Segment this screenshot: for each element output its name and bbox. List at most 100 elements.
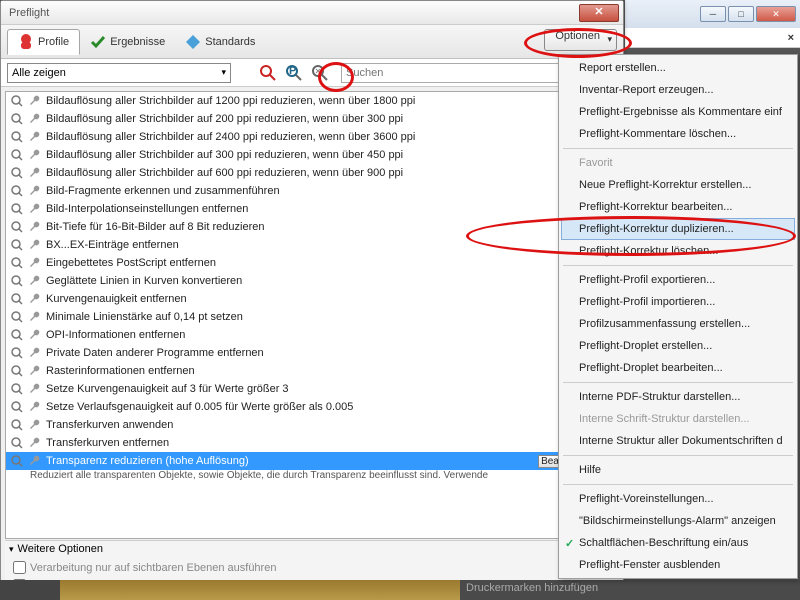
wrench-small-icon (28, 256, 42, 270)
menu-item-label: Preflight-Droplet bearbeiten... (579, 362, 723, 374)
list-item[interactable]: Transferkurven entfernen (6, 434, 618, 452)
menu-item[interactable]: Preflight-Fenster ausblenden (561, 554, 795, 576)
menu-item[interactable]: Preflight-Droplet bearbeiten... (561, 357, 795, 379)
menu-item-label: Preflight-Kommentare löschen... (579, 128, 736, 140)
tab-standards-label: Standards (205, 36, 255, 48)
wrench-small-icon (28, 400, 42, 414)
wrench-small-icon (28, 454, 42, 468)
menu-item[interactable]: Preflight-Kommentare löschen... (561, 123, 795, 145)
menu-item[interactable]: Preflight-Korrektur duplizieren... (561, 218, 795, 240)
list-item[interactable]: Bildauflösung aller Strichbilder auf 200… (6, 110, 618, 128)
tab-profile-label: Profile (38, 36, 69, 48)
list-item[interactable]: Bit-Tiefe für 16-Bit-Bilder auf 8 Bit re… (6, 218, 618, 236)
wrench-small-icon (28, 112, 42, 126)
list-item[interactable]: Bildauflösung aller Strichbilder auf 240… (6, 128, 618, 146)
tab-results[interactable]: Ergebnisse (80, 30, 175, 54)
list-item[interactable]: Bildauflösung aller Strichbilder auf 600… (6, 164, 618, 182)
list-item[interactable]: OPI-Informationen entfernen (6, 326, 618, 344)
list-scroll[interactable]: Bildauflösung aller Strichbilder auf 120… (6, 92, 618, 538)
list-item-label: Rasterinformationen entfernen (46, 365, 195, 377)
list-item[interactable]: Kurvengenauigkeit entfernen (6, 290, 618, 308)
list-item[interactable]: Eingebettetes PostScript entfernen (6, 254, 618, 272)
titlebar: Preflight ✕ (1, 1, 623, 25)
wrench-small-icon (28, 364, 42, 378)
minimize-button[interactable]: ─ (700, 6, 726, 22)
menu-item-label: Interne Schrift-Struktur darstellen... (579, 413, 750, 425)
menu-item[interactable]: Favorit (561, 152, 795, 174)
list-item[interactable]: Rasterinformationen entfernen (6, 362, 618, 380)
menu-item[interactable]: Preflight-Profil exportieren... (561, 269, 795, 291)
magnifier-icon (10, 130, 24, 144)
wrench-small-icon (28, 202, 42, 216)
options-button[interactable]: Optionen (544, 29, 617, 51)
list-item[interactable]: Geglättete Linien in Kurven konvertieren (6, 272, 618, 290)
magnifier-p-icon[interactable]: P (283, 62, 305, 84)
menu-item-label: Profilzusammenfassung erstellen... (579, 318, 750, 330)
list-item[interactable]: BX...EX-Einträge entfernen (6, 236, 618, 254)
magnifier-red-icon[interactable] (257, 62, 279, 84)
filter-dropdown[interactable]: Alle zeigen (7, 63, 231, 83)
magnifier-icon (10, 238, 24, 252)
magnifier-icon (10, 400, 24, 414)
wrench-small-icon (28, 184, 42, 198)
menu-item[interactable]: Inventar-Report erzeugen... (561, 79, 795, 101)
list-item-label: Setze Verlaufsgenauigkeit auf 0.005 für … (46, 401, 353, 413)
menu-item-label: Interne PDF-Struktur darstellen... (579, 391, 740, 403)
menu-item-label: Preflight-Voreinstellungen... (579, 493, 714, 505)
tab-profile[interactable]: Profile (7, 29, 80, 55)
list-item[interactable]: Bild-Fragmente erkennen und zusammenführ… (6, 182, 618, 200)
more-options-bar[interactable]: Weitere Optionen (5, 540, 619, 557)
toolbar: Alle zeigen P (1, 59, 623, 87)
list-item-label: Geglättete Linien in Kurven konvertieren (46, 275, 242, 287)
menu-item[interactable]: Preflight-Droplet erstellen... (561, 335, 795, 357)
menu-item[interactable]: Interne Struktur aller Dokumentschriften… (561, 430, 795, 452)
list-item[interactable]: Bildauflösung aller Strichbilder auf 300… (6, 146, 618, 164)
list-item-label: Eingebettetes PostScript entfernen (46, 257, 216, 269)
profile-icon (18, 34, 34, 50)
menu-item[interactable]: Profilzusammenfassung erstellen... (561, 313, 795, 335)
maximize-button[interactable]: □ (728, 6, 754, 22)
menu-item-label: Neue Preflight-Korrektur erstellen... (579, 179, 751, 191)
wrench-small-icon (28, 310, 42, 324)
menu-item-label: Preflight-Profil importieren... (579, 296, 715, 308)
magnifier-icon (10, 328, 24, 342)
list-item[interactable]: Private Daten anderer Programme entferne… (6, 344, 618, 362)
visible-layers-checkbox[interactable]: Verarbeitung nur auf sichtbaren Ebenen a… (13, 561, 276, 574)
list-item[interactable]: Transferkurven anwenden (6, 416, 618, 434)
close-button[interactable]: ✕ (756, 6, 796, 22)
menu-item[interactable]: "Bildschirmeinstellungs-Alarm" anzeigen (561, 510, 795, 532)
list-item[interactable]: Minimale Linienstärke auf 0,14 pt setzen (6, 308, 618, 326)
menu-item[interactable]: Interne PDF-Struktur darstellen... (561, 386, 795, 408)
menu-item[interactable]: Preflight-Ergebnisse als Kommentare einf (561, 101, 795, 123)
magnifier-icon (10, 382, 24, 396)
menu-item-label: Preflight-Ergebnisse als Kommentare einf (579, 106, 782, 118)
menu-item[interactable]: Interne Schrift-Struktur darstellen... (561, 408, 795, 430)
list-item-label: Bildauflösung aller Strichbilder auf 120… (46, 95, 415, 107)
menu-item[interactable]: ✓Schaltflächen-Beschriftung ein/aus (561, 532, 795, 554)
panel-close-icon[interactable]: × (788, 32, 794, 44)
list-item-selected[interactable]: Transparenz reduzieren (hohe Auflösung)B… (6, 452, 618, 470)
tab-standards[interactable]: Standards (175, 30, 265, 54)
menu-separator (563, 265, 793, 266)
menu-item[interactable]: Preflight-Voreinstellungen... (561, 488, 795, 510)
list-item-label: Bildauflösung aller Strichbilder auf 240… (46, 131, 415, 143)
menu-item[interactable]: Preflight-Korrektur bearbeiten... (561, 196, 795, 218)
list-item[interactable]: Bildauflösung aller Strichbilder auf 120… (6, 92, 618, 110)
list-item[interactable]: Bild-Interpolationseinstellungen entfern… (6, 200, 618, 218)
magnifier-icon (10, 256, 24, 270)
menu-item[interactable]: Hilfe (561, 459, 795, 481)
menu-item[interactable]: Neue Preflight-Korrektur erstellen... (561, 174, 795, 196)
magnifier-icon (10, 112, 24, 126)
list-item[interactable]: Setze Verlaufsgenauigkeit auf 0.005 für … (6, 398, 618, 416)
svg-text:P: P (289, 65, 296, 77)
menu-item[interactable]: Preflight-Korrektur löschen... (561, 240, 795, 262)
window-close-button[interactable]: ✕ (579, 4, 619, 22)
list-item-label: Minimale Linienstärke auf 0,14 pt setzen (46, 311, 243, 323)
list-item[interactable]: Setze Kurvengenauigkeit auf 3 für Werte … (6, 380, 618, 398)
menu-item-label: Preflight-Fenster ausblenden (579, 559, 720, 571)
menu-item-label: Interne Struktur aller Dokumentschriften… (579, 435, 783, 447)
menu-item[interactable]: Report erstellen... (561, 57, 795, 79)
menu-item[interactable]: Preflight-Profil importieren... (561, 291, 795, 313)
magnifier-wrench-icon[interactable] (309, 62, 331, 84)
preflight-window: Preflight ✕ Profile Ergebnisse Standards… (0, 0, 624, 600)
